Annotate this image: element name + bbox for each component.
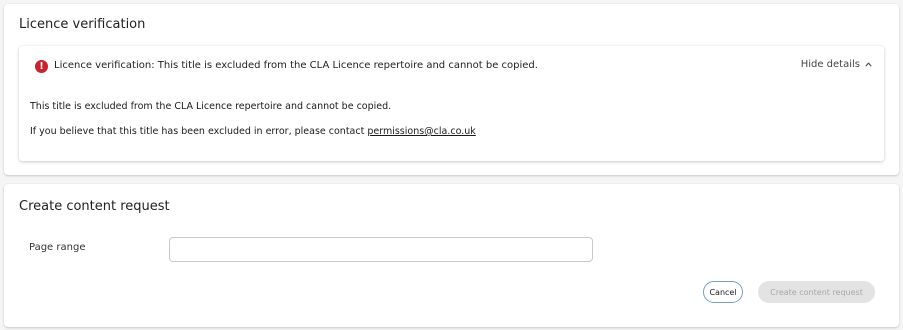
licence-verification-card: Licence verification ! Licence verificat… — [4, 4, 899, 175]
cancel-button[interactable]: Cancel — [703, 281, 743, 303]
contact-prefix-text: If you believe that this title has been … — [30, 126, 368, 137]
hide-details-toggle[interactable]: Hide details — [801, 59, 872, 70]
create-content-request-button[interactable]: Create content request — [758, 281, 875, 303]
licence-alert-panel: ! Licence verification: This title is ex… — [19, 46, 884, 161]
licence-alert-summary: Licence verification: This title is excl… — [54, 60, 538, 71]
licence-alert-header: ! Licence verification: This title is ex… — [19, 46, 884, 86]
hide-details-label: Hide details — [800, 59, 860, 70]
create-content-request-title: Create content request — [19, 199, 170, 214]
page-range-label: Page range — [29, 242, 86, 253]
chevron-up-icon — [865, 62, 872, 67]
create-content-request-card: Create content request Page range Cancel… — [4, 184, 899, 327]
licence-detail-text: This title is excluded from the CLA Lice… — [30, 101, 392, 112]
error-icon: ! — [35, 60, 48, 73]
permissions-email-link[interactable]: permissions@cla.co.uk — [367, 126, 475, 137]
licence-contact-text: If you believe that this title has been … — [30, 126, 476, 137]
page-range-input[interactable] — [169, 237, 593, 262]
licence-verification-title: Licence verification — [19, 17, 146, 32]
